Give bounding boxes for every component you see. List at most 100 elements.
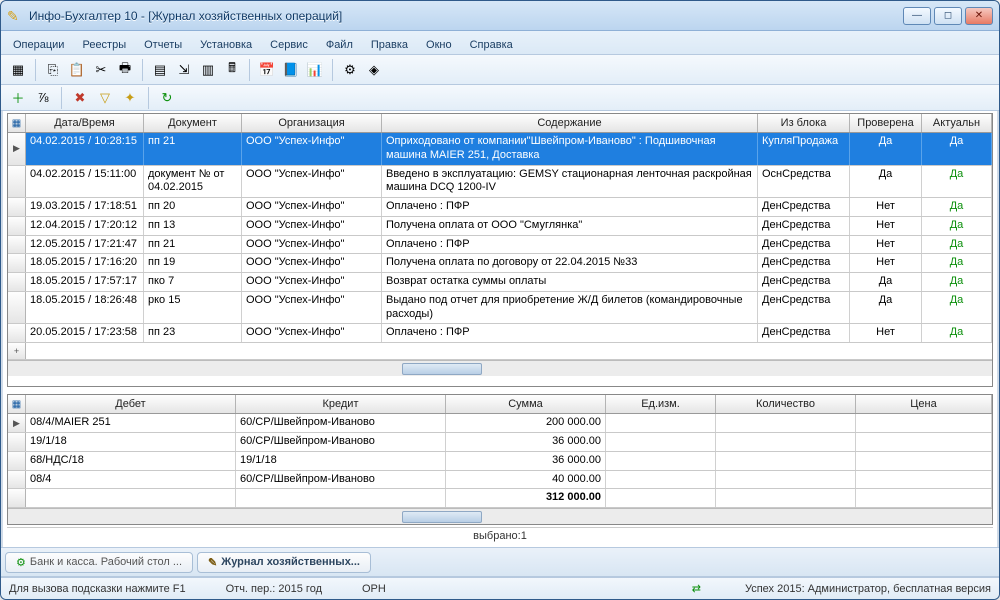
cell[interactable]: ООО "Успех-Инфо" xyxy=(242,273,382,291)
table-row[interactable]: 19.03.2015 / 17:18:51пп 20ООО "Успех-Инф… xyxy=(8,198,992,217)
cell[interactable]: Получена оплата от ООО "Смуглянка" xyxy=(382,217,758,235)
cell[interactable]: Получена оплата по договору от 22.04.201… xyxy=(382,254,758,272)
cell-actual[interactable]: Да xyxy=(922,273,992,291)
col-datetime[interactable]: Дата/Время xyxy=(26,114,144,132)
table-row[interactable]: 20.05.2015 / 17:23:58пп 23ООО "Успех-Инф… xyxy=(8,324,992,343)
cell-checked[interactable]: Да xyxy=(850,166,922,198)
cell[interactable] xyxy=(856,471,992,489)
cell[interactable]: 18.05.2015 / 18:26:48 xyxy=(26,292,144,324)
paste-icon[interactable]: 📋 xyxy=(66,59,88,81)
cell[interactable] xyxy=(716,471,856,489)
cell-sum[interactable]: 40 000.00 xyxy=(446,471,606,489)
cell-checked[interactable]: Нет xyxy=(850,217,922,235)
cell[interactable]: Возврат остатка суммы оплаты xyxy=(382,273,758,291)
operations-grid[interactable]: ▦ Дата/Время Документ Организация Содерж… xyxy=(7,113,993,387)
cell[interactable]: ООО "Успех-Инфо" xyxy=(242,324,382,342)
delete-icon[interactable]: ✖ xyxy=(69,87,91,109)
cell[interactable]: ОснСредства xyxy=(758,166,850,198)
cell[interactable]: ДенСредства xyxy=(758,273,850,291)
copy-icon[interactable]: ⎘ xyxy=(42,59,64,81)
cell[interactable]: 20.05.2015 / 17:23:58 xyxy=(26,324,144,342)
menu-сервис[interactable]: Сервис xyxy=(262,36,316,54)
cell[interactable] xyxy=(716,452,856,470)
cell-actual[interactable]: Да xyxy=(922,324,992,342)
cut-icon[interactable]: ✂ xyxy=(90,59,112,81)
print-icon[interactable]: 🖶 xyxy=(114,59,136,81)
col-unit[interactable]: Ед.изм. xyxy=(606,395,716,413)
cell-sum[interactable]: 36 000.00 xyxy=(446,433,606,451)
cell[interactable]: Оплачено : ПФР xyxy=(382,198,758,216)
add-row-icon[interactable]: + xyxy=(8,343,26,359)
col-price[interactable]: Цена xyxy=(856,395,992,413)
cell-actual[interactable]: Да xyxy=(922,166,992,198)
grid-corner-icon[interactable]: ▦ xyxy=(8,114,26,132)
cell-checked[interactable]: Нет xyxy=(850,324,922,342)
table-row[interactable]: 18.05.2015 / 18:26:48рко 15ООО "Успех-Ин… xyxy=(8,292,992,325)
col-actual[interactable]: Актуальн xyxy=(922,114,992,132)
operations-hscroll[interactable] xyxy=(8,360,992,376)
cell[interactable]: ООО "Успех-Инфо" xyxy=(242,254,382,272)
cell[interactable]: 60/СР/Швейпром-Иваново xyxy=(236,471,446,489)
cell[interactable]: ООО "Успех-Инфо" xyxy=(242,166,382,198)
table-row[interactable]: 18.05.2015 / 17:16:20пп 19ООО "Успех-Инф… xyxy=(8,254,992,273)
tab-inactive[interactable]: ⚙Банк и касса. Рабочий стол ... xyxy=(5,552,193,573)
grid-corner-icon[interactable]: ▦ xyxy=(8,395,26,413)
cell[interactable] xyxy=(606,471,716,489)
close-button[interactable]: ✕ xyxy=(965,7,993,25)
table-row[interactable]: 12.05.2015 / 17:21:47пп 21ООО "Успех-Инф… xyxy=(8,236,992,255)
table-row[interactable]: ▶04.02.2015 / 10:28:15пп 21ООО "Успех-Ин… xyxy=(8,133,992,166)
menu-реестры[interactable]: Реестры xyxy=(74,36,134,54)
cell[interactable]: Оплачено : ПФР xyxy=(382,236,758,254)
cell[interactable]: ООО "Успех-Инфо" xyxy=(242,217,382,235)
postings-grid[interactable]: ▦ Дебет Кредит Сумма Ед.изм. Количество … xyxy=(7,394,993,525)
minimize-button[interactable]: — xyxy=(903,7,931,25)
col-checked[interactable]: Проверена xyxy=(850,114,922,132)
filter-icon[interactable]: ▽ xyxy=(94,87,116,109)
col-document[interactable]: Документ xyxy=(144,114,242,132)
cell-actual[interactable]: Да xyxy=(922,133,992,165)
cell[interactable]: пп 21 xyxy=(144,236,242,254)
col-organization[interactable]: Организация xyxy=(242,114,382,132)
cell[interactable]: Выдано под отчет для приобретение Ж/Д би… xyxy=(382,292,758,324)
sheet-icon[interactable]: ▤ xyxy=(149,59,171,81)
cell-checked[interactable]: Да xyxy=(850,273,922,291)
chart-icon[interactable]: 📊 xyxy=(304,59,326,81)
cell-actual[interactable]: Да xyxy=(922,198,992,216)
cell[interactable]: ООО "Успех-Инфо" xyxy=(242,236,382,254)
maximize-button[interactable]: ◻ xyxy=(934,7,962,25)
cell[interactable]: КупляПродажа xyxy=(758,133,850,165)
scroll-thumb[interactable] xyxy=(402,511,482,523)
cell[interactable]: 08/4/MAIER 251 xyxy=(26,414,236,432)
cell[interactable]: 04.02.2015 / 10:28:15 xyxy=(26,133,144,165)
cell[interactable] xyxy=(716,433,856,451)
postings-hscroll[interactable] xyxy=(8,508,992,524)
cell[interactable] xyxy=(856,452,992,470)
nums-icon[interactable]: ⅞ xyxy=(32,87,54,109)
cell[interactable]: ООО "Успех-Инфо" xyxy=(242,292,382,324)
col-credit[interactable]: Кредит xyxy=(236,395,446,413)
cell[interactable]: 18.05.2015 / 17:57:17 xyxy=(26,273,144,291)
menu-операции[interactable]: Операции xyxy=(5,36,72,54)
cell-checked[interactable]: Нет xyxy=(850,236,922,254)
cell-sum[interactable]: 36 000.00 xyxy=(446,452,606,470)
menu-справка[interactable]: Справка xyxy=(462,36,521,54)
cell[interactable] xyxy=(606,433,716,451)
cell[interactable] xyxy=(606,452,716,470)
cell[interactable] xyxy=(716,414,856,432)
cell-actual[interactable]: Да xyxy=(922,236,992,254)
new-row[interactable]: + xyxy=(8,343,992,360)
cell[interactable]: 19.03.2015 / 17:18:51 xyxy=(26,198,144,216)
table-row[interactable]: 68/НДС/1819/1/1836 000.00 xyxy=(8,452,992,471)
cell[interactable]: Оплачено : ПФР xyxy=(382,324,758,342)
titlebar[interactable]: ✎ Инфо-Бухгалтер 10 - [Журнал хозяйствен… xyxy=(1,1,999,31)
col-content[interactable]: Содержание xyxy=(382,114,758,132)
cell[interactable]: 19/1/18 xyxy=(236,452,446,470)
col-debit[interactable]: Дебет xyxy=(26,395,236,413)
cell-actual[interactable]: Да xyxy=(922,254,992,272)
app-icon[interactable]: ◈ xyxy=(363,59,385,81)
table-row[interactable]: ▶08/4/MAIER 25160/СР/Швейпром-Иваново200… xyxy=(8,414,992,433)
cell-checked[interactable]: Да xyxy=(850,133,922,165)
cell[interactable]: ДенСредства xyxy=(758,292,850,324)
cell[interactable]: 08/4 xyxy=(26,471,236,489)
cell[interactable]: пко 7 xyxy=(144,273,242,291)
